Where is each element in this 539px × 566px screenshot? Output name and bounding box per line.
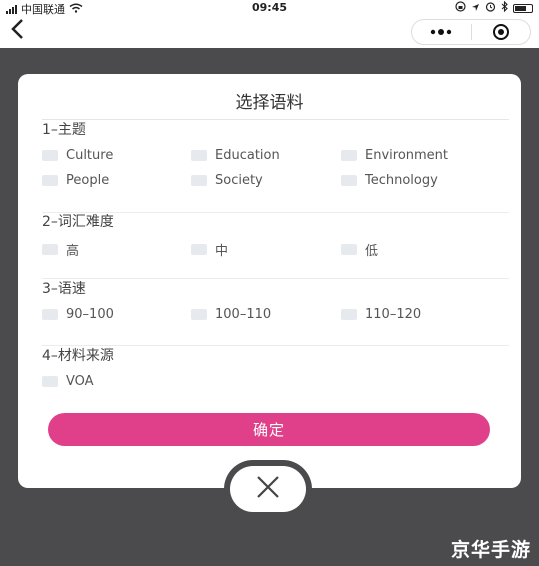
option-label: People [66,173,110,188]
lock-rotation-icon [455,1,466,15]
checkbox[interactable] [341,244,357,255]
option-label: 低 [365,244,379,259]
section-source: 4–材料来源 VOA [42,346,509,396]
checkbox[interactable] [42,244,58,255]
checkbox[interactable] [42,309,58,320]
checkbox[interactable] [191,244,207,255]
nav-bar [0,16,539,48]
section-difficulty: 2–词汇难度 高 中 低 [42,212,509,279]
checkbox[interactable] [42,376,58,387]
checkbox[interactable] [341,309,357,320]
option-people[interactable]: People [42,173,109,188]
option-speed-90-100[interactable]: 90–100 [42,307,114,322]
section-title: 2–词汇难度 [42,214,114,230]
select-corpus-dialog: 选择语料 1–主题 Culture Education Environment … [18,74,521,488]
section-title: 4–材料来源 [42,348,114,364]
more-icon[interactable] [412,20,471,44]
section-title: 3–语速 [42,281,86,297]
status-bar: 中国联通 09:45 [0,0,539,16]
option-label: 110–120 [365,307,422,322]
mini-program-capsule [411,19,531,45]
option-label: Society [215,173,263,188]
option-voa[interactable]: VOA [42,374,94,389]
alarm-icon [485,1,496,15]
bluetooth-icon [501,0,508,15]
option-technology[interactable]: Technology [341,173,438,188]
option-label: VOA [66,374,94,389]
checkbox[interactable] [191,309,207,320]
checkbox[interactable] [191,150,207,161]
dialog-title: 选择语料 [235,93,304,113]
checkbox[interactable] [42,150,58,161]
battery-icon [513,3,533,13]
checkbox[interactable] [341,150,357,161]
watermark: 京华手游 [450,539,531,561]
option-education[interactable]: Education [191,148,280,163]
close-dialog-button[interactable] [230,466,306,512]
back-icon[interactable] [10,18,24,45]
option-label: 高 [66,244,80,259]
option-label: 90–100 [66,307,114,322]
close-miniprogram-button[interactable] [472,20,531,44]
option-label: 中 [215,244,229,259]
option-label: Technology [365,173,438,188]
option-label: 100–110 [215,307,272,322]
option-society[interactable]: Society [191,173,263,188]
checkbox[interactable] [341,175,357,186]
option-high[interactable]: 高 [42,240,79,259]
location-icon [471,2,480,15]
option-label: Environment [365,148,449,163]
option-culture[interactable]: Culture [42,148,113,163]
close-icon [255,474,281,504]
target-icon [492,24,509,40]
option-speed-110-120[interactable]: 110–120 [341,307,421,322]
confirm-button[interactable]: 确定 [48,413,490,446]
status-right [455,0,533,15]
option-medium[interactable]: 中 [191,240,228,259]
option-low[interactable]: 低 [341,240,378,259]
checkbox[interactable] [42,175,58,186]
option-label: Education [215,148,280,163]
section-title: 1–主题 [42,122,86,138]
checkbox[interactable] [191,175,207,186]
option-speed-100-110[interactable]: 100–110 [191,307,271,322]
section-speed: 3–语速 90–100 100–110 110–120 [42,279,509,346]
option-environment[interactable]: Environment [341,148,448,163]
option-label: Culture [66,148,114,163]
